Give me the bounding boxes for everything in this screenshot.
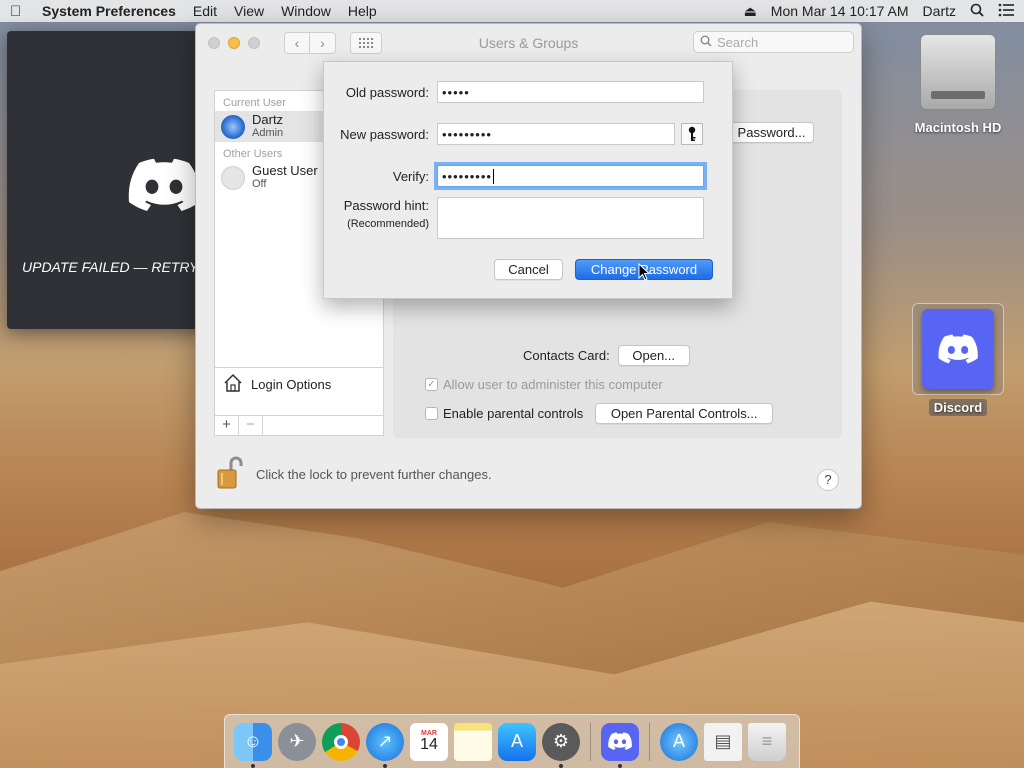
launchpad-icon[interactable]: ✈ (278, 722, 316, 761)
contacts-row: Contacts Card: Open... (523, 345, 690, 366)
chrome-icon[interactable] (322, 722, 360, 761)
verify-value: ••••••••• (442, 168, 492, 184)
app-store-icon[interactable]: A (498, 722, 536, 761)
lock-row: Click the lock to prevent further change… (216, 456, 492, 493)
help-button[interactable]: ? (817, 469, 839, 491)
macintosh-hd-label: Macintosh HD (914, 120, 1002, 135)
window-titlebar[interactable]: ‹ › Users & Groups Search (196, 24, 861, 62)
allow-admin-label: Allow user to administer this computer (443, 377, 663, 392)
show-all-grid-icon[interactable] (350, 32, 382, 54)
allow-admin-checkbox[interactable]: ✓ (425, 378, 438, 391)
discord-logo-icon (128, 158, 200, 211)
downloads-stack-icon[interactable]: ▤ (704, 722, 742, 761)
system-preferences-icon[interactable]: ⚙ (542, 722, 580, 768)
menu-bar:  System Preferences Edit View Window He… (0, 0, 1024, 22)
old-password-label: Old password: (345, 84, 429, 100)
allow-admin-row: ✓ Allow user to administer this computer (425, 377, 663, 392)
password-hint-field[interactable] (437, 197, 704, 239)
hint-label: Password hint: (343, 198, 429, 213)
finder-icon[interactable]: ☺ (234, 722, 272, 768)
parental-row: Enable parental controls Open Parental C… (425, 403, 774, 424)
trash-icon[interactable]: ≡ (748, 722, 786, 761)
hint-row: Password hint: (Recommended) (324, 197, 734, 239)
contacts-open-button[interactable]: Open... (617, 345, 690, 366)
open-parental-controls-button[interactable]: Open Parental Controls... (595, 403, 774, 424)
password-assistant-key-icon[interactable] (681, 123, 703, 145)
forward-button[interactable]: › (310, 32, 336, 54)
dock-separator (590, 722, 591, 761)
dock: ☺ ✈ ↗ MAR 14 A ⚙ A ▤ ≡ (224, 714, 800, 768)
applications-folder-icon[interactable]: A (660, 722, 698, 761)
guest-status: Off (252, 178, 267, 190)
spotlight-search-icon[interactable] (970, 3, 984, 20)
update-failed-message[interactable]: UPDATE FAILED — RETRY (22, 259, 198, 275)
new-password-row: New password: ••••••••• (324, 123, 734, 145)
hint-label-block: Password hint: (Recommended) (324, 197, 437, 233)
sidebar-footer: + − (215, 415, 383, 435)
new-password-label: New password: (340, 126, 429, 142)
user-role: Admin (252, 127, 284, 139)
menu-window[interactable]: Window (281, 3, 331, 19)
login-options-label: Login Options (251, 377, 332, 392)
discord-dock-icon[interactable] (601, 722, 639, 768)
menubar-clock[interactable]: Mon Mar 14 10:17 AM (771, 3, 909, 19)
remove-user-button[interactable]: − (239, 416, 263, 435)
calendar-icon[interactable]: MAR 14 (410, 722, 448, 761)
macintosh-hd-desktop-icon[interactable]: Macintosh HD (906, 34, 1010, 135)
hint-sublabel: (Recommended) (347, 218, 429, 230)
text-caret (492, 168, 494, 184)
user-avatar (221, 114, 245, 139)
hard-drive-icon (920, 34, 996, 110)
cancel-button[interactable]: Cancel (494, 259, 563, 280)
change-password-sheet: Old password: ••••• New password: ••••••… (323, 61, 733, 299)
contacts-label: Contacts Card: (523, 348, 610, 363)
house-icon (223, 373, 243, 396)
add-user-button[interactable]: + (215, 416, 239, 435)
notification-center-icon[interactable] (998, 3, 1014, 20)
change-password-button[interactable]: Password... (729, 122, 814, 143)
mouse-pointer-icon (638, 263, 650, 281)
parental-controls-label: Enable parental controls (443, 406, 584, 421)
menu-view[interactable]: View (234, 3, 264, 19)
old-password-row: Old password: ••••• (324, 81, 734, 103)
discord-updater-window: UPDATE FAILED — RETRY (7, 31, 207, 329)
unlocked-padlock-icon[interactable] (216, 456, 244, 493)
safari-icon[interactable]: ↗ (366, 722, 404, 768)
guest-name: Guest User (252, 163, 318, 178)
guest-avatar-icon (221, 165, 245, 190)
verify-row: Verify: ••••••••• (324, 162, 734, 190)
parental-controls-checkbox[interactable] (425, 407, 438, 420)
menu-help[interactable]: Help (348, 3, 377, 19)
dock-separator-2 (649, 722, 650, 761)
old-password-field[interactable]: ••••• (437, 81, 704, 103)
login-options-item[interactable]: Login Options (215, 367, 383, 401)
calendar-day: 14 (420, 736, 438, 753)
zoom-window-button[interactable] (248, 37, 260, 49)
close-window-button[interactable] (208, 37, 220, 49)
new-password-field[interactable]: ••••••••• (437, 123, 675, 145)
menu-edit[interactable]: Edit (193, 3, 217, 19)
discord-label: Discord (928, 399, 988, 416)
minimize-window-button[interactable] (228, 37, 240, 49)
notes-icon[interactable] (454, 722, 492, 761)
verify-label: Verify: (392, 168, 429, 184)
back-button[interactable]: ‹ (284, 32, 310, 54)
lock-status-text: Click the lock to prevent further change… (256, 467, 492, 482)
eject-icon[interactable]: ⏏ (744, 3, 757, 20)
search-placeholder: Search (717, 34, 759, 50)
verify-password-field[interactable]: ••••••••• (434, 162, 707, 190)
discord-desktop-icon[interactable]: Discord (906, 303, 1010, 416)
user-name: Dartz (252, 112, 284, 127)
discord-volume-icon (912, 303, 1004, 395)
search-field[interactable]: Search (693, 31, 854, 53)
app-menu[interactable]: System Preferences (42, 3, 176, 19)
apple-menu-icon[interactable]:  (10, 3, 28, 20)
search-icon (700, 35, 712, 50)
menubar-user[interactable]: Dartz (923, 3, 956, 19)
